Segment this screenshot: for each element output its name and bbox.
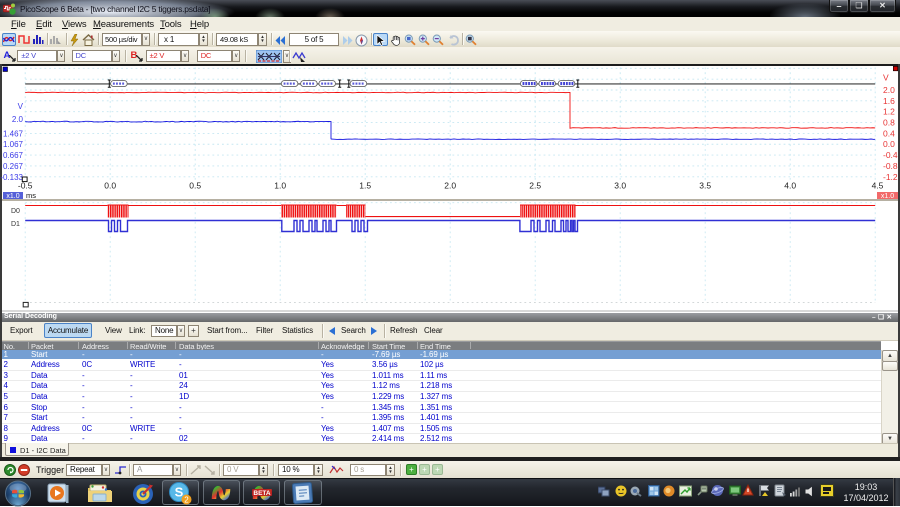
svg-text:0.0: 0.0 xyxy=(883,139,895,149)
svg-text:0.4: 0.4 xyxy=(883,128,895,138)
svg-text:1.6: 1.6 xyxy=(883,96,895,106)
svg-text:2.0: 2.0 xyxy=(12,115,24,124)
svg-text:0.5: 0.5 xyxy=(189,181,201,191)
svg-text:1.067: 1.067 xyxy=(3,140,24,149)
svg-text:3.0: 3.0 xyxy=(614,181,626,191)
svg-text:1.2: 1.2 xyxy=(883,107,895,117)
svg-text:4.5: 4.5 xyxy=(872,181,884,191)
svg-text:-1.2: -1.2 xyxy=(883,172,898,182)
svg-text:BETA: BETA xyxy=(253,490,271,497)
svg-text:2: 2 xyxy=(184,495,189,504)
svg-text:0.267: 0.267 xyxy=(3,162,24,171)
svg-text:-0.4: -0.4 xyxy=(883,150,898,160)
svg-text:0.0: 0.0 xyxy=(104,181,116,191)
svg-text:V: V xyxy=(18,102,24,111)
svg-text:1.467: 1.467 xyxy=(3,129,24,138)
svg-text:0.8: 0.8 xyxy=(883,118,895,128)
svg-text:2.0: 2.0 xyxy=(883,85,895,95)
svg-text:0.667: 0.667 xyxy=(3,151,24,160)
svg-text:2.5: 2.5 xyxy=(529,181,541,191)
svg-text:V: V xyxy=(883,73,889,83)
svg-text:1.0: 1.0 xyxy=(274,181,286,191)
svg-text:-0.8: -0.8 xyxy=(883,161,898,171)
svg-text:D1: D1 xyxy=(11,221,20,228)
svg-text:4.0: 4.0 xyxy=(784,181,796,191)
svg-text:3.5: 3.5 xyxy=(699,181,711,191)
svg-text:1.5: 1.5 xyxy=(359,181,371,191)
svg-text:2.0: 2.0 xyxy=(444,181,456,191)
svg-text:D0: D0 xyxy=(11,208,20,215)
